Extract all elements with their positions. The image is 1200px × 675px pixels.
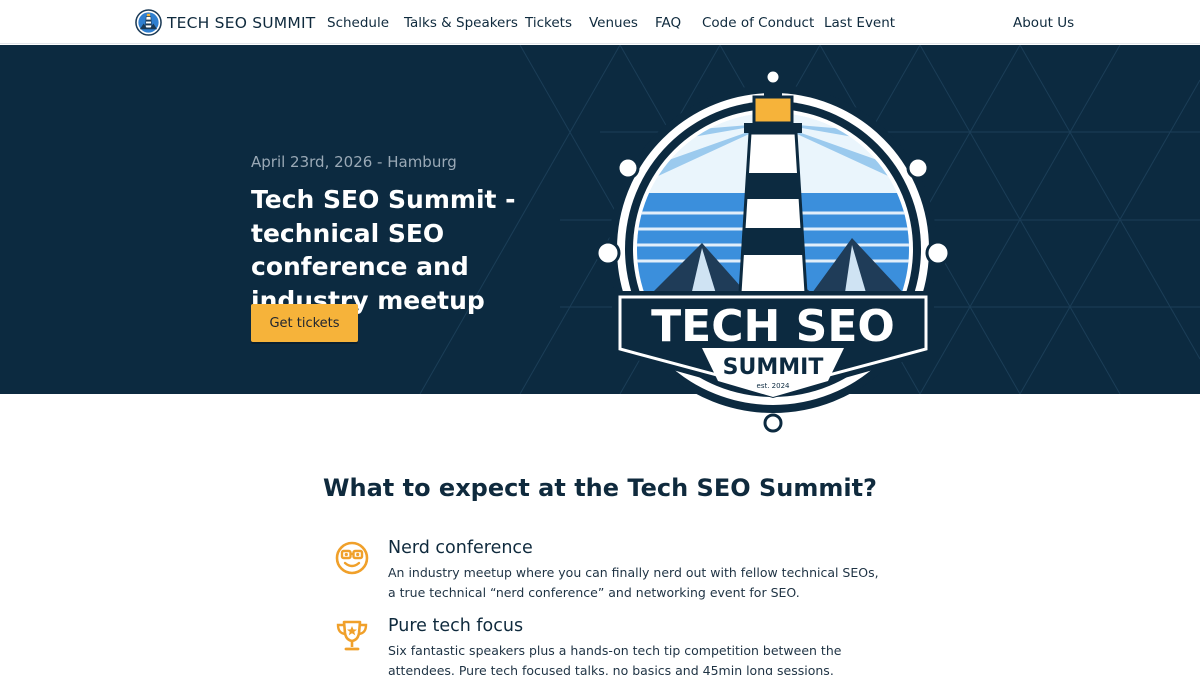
top-navigation: TECH SEO SUMMIT Schedule Talks & Speaker… xyxy=(0,0,1200,44)
brand-home-link[interactable]: TECH SEO SUMMIT xyxy=(135,9,315,36)
event-date-location: April 23rd, 2026 - Hamburg xyxy=(251,153,457,171)
nav-item-schedule[interactable]: Schedule xyxy=(327,15,389,31)
brand-name: TECH SEO SUMMIT xyxy=(167,13,316,32)
feature-heading: Pure tech focus xyxy=(388,616,524,636)
tech-seo-summit-badge-logo: TECH SEO SUMMIT est. 2024 xyxy=(595,68,951,433)
feature-item-nerd-conference: Nerd conference An industry meetup where… xyxy=(334,538,894,600)
get-tickets-button[interactable]: Get tickets xyxy=(251,304,358,342)
lighthouse-logo-icon xyxy=(135,9,162,36)
hero-title: Tech SEO Summit - technical SEO conferen… xyxy=(251,185,516,315)
nav-item-tickets[interactable]: Tickets xyxy=(525,15,572,31)
badge-title-line1: TECH SEO xyxy=(651,301,895,352)
nav-item-talks-speakers[interactable]: Talks & Speakers xyxy=(404,15,518,31)
nav-item-venues[interactable]: Venues xyxy=(589,15,638,31)
nav-item-faq[interactable]: FAQ xyxy=(655,15,681,31)
feature-heading: Nerd conference xyxy=(388,538,533,558)
trophy-icon xyxy=(336,620,368,651)
nav-item-about-us[interactable]: About Us xyxy=(1013,15,1074,31)
feature-description: An industry meetup where you can finally… xyxy=(388,565,879,600)
nav-item-last-event[interactable]: Last Event xyxy=(824,15,895,31)
feature-item-pure-tech-focus: Pure tech focus Six fantastic speakers p… xyxy=(334,616,894,675)
nerd-face-icon xyxy=(335,541,369,575)
nav-item-code-of-conduct[interactable]: Code of Conduct xyxy=(702,15,814,31)
feature-description: Six fantastic speakers plus a hands-on t… xyxy=(388,643,842,675)
badge-established: est. 2024 xyxy=(757,382,791,390)
badge-title-line2: SUMMIT xyxy=(723,355,824,380)
section-title: What to expect at the Tech SEO Summit? xyxy=(323,474,877,502)
